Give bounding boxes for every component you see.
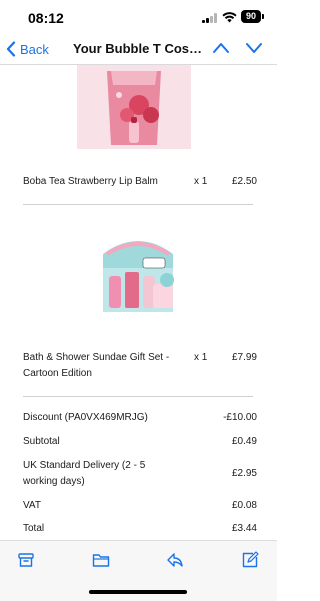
item-price: £7.99 [231, 352, 257, 363]
discount-label: Discount (PA0VX469MRJG) [23, 412, 148, 423]
item-quantity: x 1 [194, 352, 208, 363]
status-time: 08:12 [28, 10, 64, 26]
back-chevron-icon [6, 41, 16, 57]
home-indicator [89, 590, 187, 594]
email-subject-title: Your Bubble T Cosme... [73, 41, 209, 56]
total-label: Total [23, 523, 45, 534]
archive-icon[interactable] [17, 551, 35, 569]
item-price: £2.50 [231, 176, 257, 187]
gift-set-product-image[interactable] [97, 224, 179, 324]
discount-value: -£10.00 [223, 412, 257, 423]
delivery-label-line-1: UK Standard Delivery (2 - 5 [23, 460, 146, 471]
delivery-value: £2.95 [231, 468, 257, 479]
down-arrow-icon[interactable] [245, 41, 263, 55]
battery-nub [262, 14, 264, 19]
compose-icon[interactable] [241, 551, 259, 569]
up-arrow-icon[interactable] [212, 41, 230, 55]
nav-bar: Back Your Bubble T Cosme... [0, 34, 277, 65]
subtotal-value: £0.49 [231, 436, 257, 447]
lip-balm-product-image[interactable] [77, 65, 191, 149]
total-value: £3.44 [231, 523, 257, 534]
subtotal-label: Subtotal [23, 436, 60, 447]
back-label: Back [20, 41, 49, 57]
delivery-label-line-2: working days) [23, 476, 85, 487]
vat-value: £0.08 [231, 500, 257, 511]
reply-icon[interactable] [166, 551, 184, 569]
item-quantity: x 1 [194, 176, 208, 187]
folder-icon[interactable] [92, 551, 110, 569]
divider [23, 204, 253, 205]
divider [23, 396, 253, 397]
item-name-line-1: Bath & Shower Sundae Gift Set - [23, 352, 170, 363]
vat-label: VAT [23, 500, 41, 511]
item-name-line-2: Cartoon Edition [23, 368, 92, 379]
back-button[interactable]: Back [6, 39, 49, 59]
wifi-icon [222, 12, 237, 23]
battery-icon: 90 [241, 10, 261, 23]
cellular-signal-icon [202, 13, 218, 23]
item-name: Boba Tea Strawberry Lip Balm [23, 176, 158, 187]
status-bar: 08:12 90 [0, 0, 277, 34]
